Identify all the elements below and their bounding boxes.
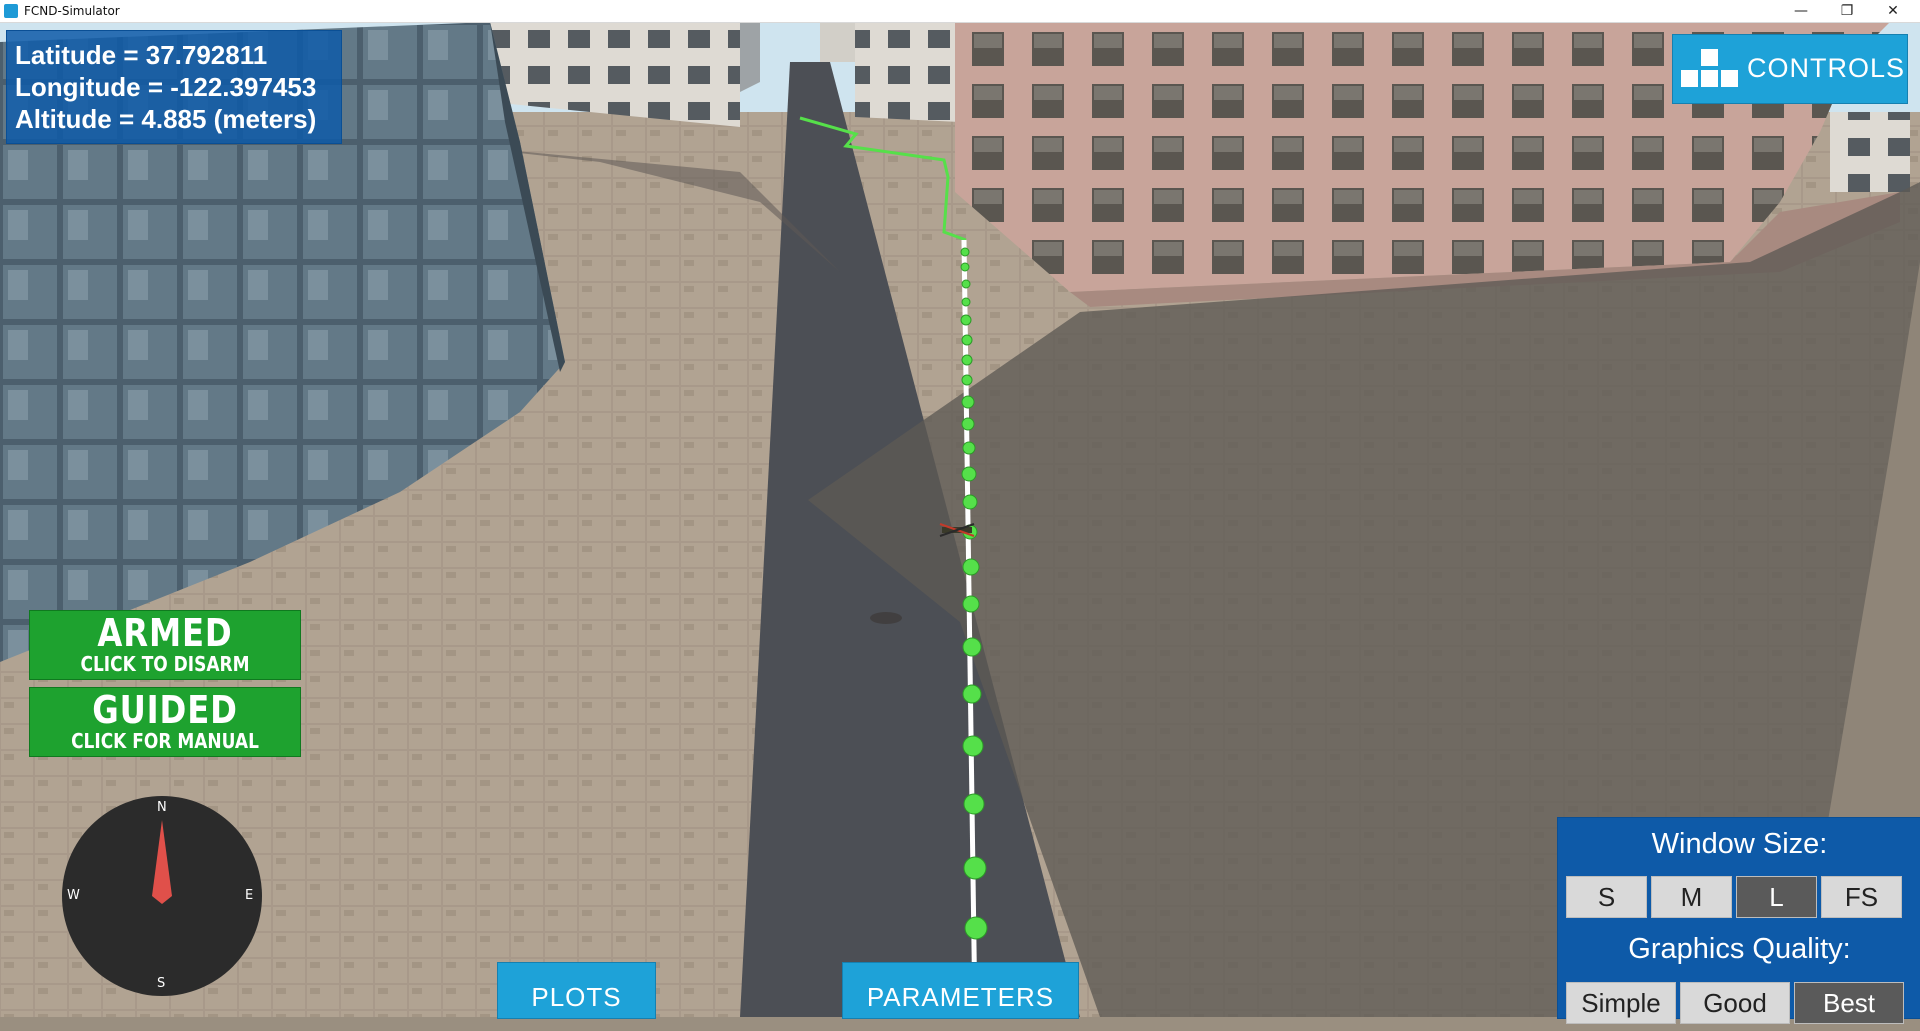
- settings-panel: Window Size: S M L FS Graphics Quality: …: [1557, 817, 1920, 1024]
- window-size-s-button[interactable]: S: [1566, 876, 1647, 918]
- keyboard-keys-icon: [1681, 49, 1741, 91]
- altitude-readout: Altitude = 4.885 (meters): [15, 104, 317, 134]
- position-readout: Latitude = 37.792811 Longitude = -122.39…: [6, 30, 342, 144]
- window-size-l-button[interactable]: L: [1736, 876, 1817, 918]
- guided-button[interactable]: GUIDED CLICK FOR MANUAL: [29, 687, 301, 757]
- armed-button[interactable]: ARMED CLICK TO DISARM: [29, 610, 301, 680]
- window-size-heading: Window Size:: [1651, 828, 1828, 860]
- compass: N S E W: [62, 796, 262, 996]
- guided-subtitle: CLICK FOR MANUAL: [71, 729, 259, 753]
- armed-subtitle: CLICK TO DISARM: [80, 652, 250, 676]
- longitude-readout: Longitude = -122.397453: [15, 72, 317, 102]
- graphics-good-button[interactable]: Good: [1680, 982, 1790, 1024]
- graphics-quality-heading: Graphics Quality:: [1628, 933, 1851, 965]
- minimize-button[interactable]: —: [1778, 0, 1824, 22]
- window-title-bar: FCND-Simulator — ❐ ✕: [0, 0, 1920, 23]
- guided-title: GUIDED: [92, 688, 238, 732]
- graphics-best-button[interactable]: Best: [1794, 982, 1904, 1024]
- plots-tab[interactable]: PLOTS: [497, 962, 656, 1019]
- app-icon: [4, 4, 18, 18]
- controls-label: CONTROLS: [1747, 53, 1906, 83]
- window-size-m-button[interactable]: M: [1651, 876, 1732, 918]
- controls-button[interactable]: CONTROLS: [1672, 34, 1908, 104]
- compass-needle-icon: [152, 820, 172, 904]
- window-title: FCND-Simulator: [24, 4, 120, 18]
- window-size-fs-button[interactable]: FS: [1821, 876, 1902, 918]
- latitude-readout: Latitude = 37.792811: [15, 40, 268, 70]
- maximize-button[interactable]: ❐: [1824, 0, 1870, 22]
- parameters-tab[interactable]: PARAMETERS: [842, 962, 1079, 1019]
- armed-title: ARMED: [97, 611, 233, 655]
- close-button[interactable]: ✕: [1870, 0, 1916, 22]
- graphics-simple-button[interactable]: Simple: [1566, 982, 1676, 1024]
